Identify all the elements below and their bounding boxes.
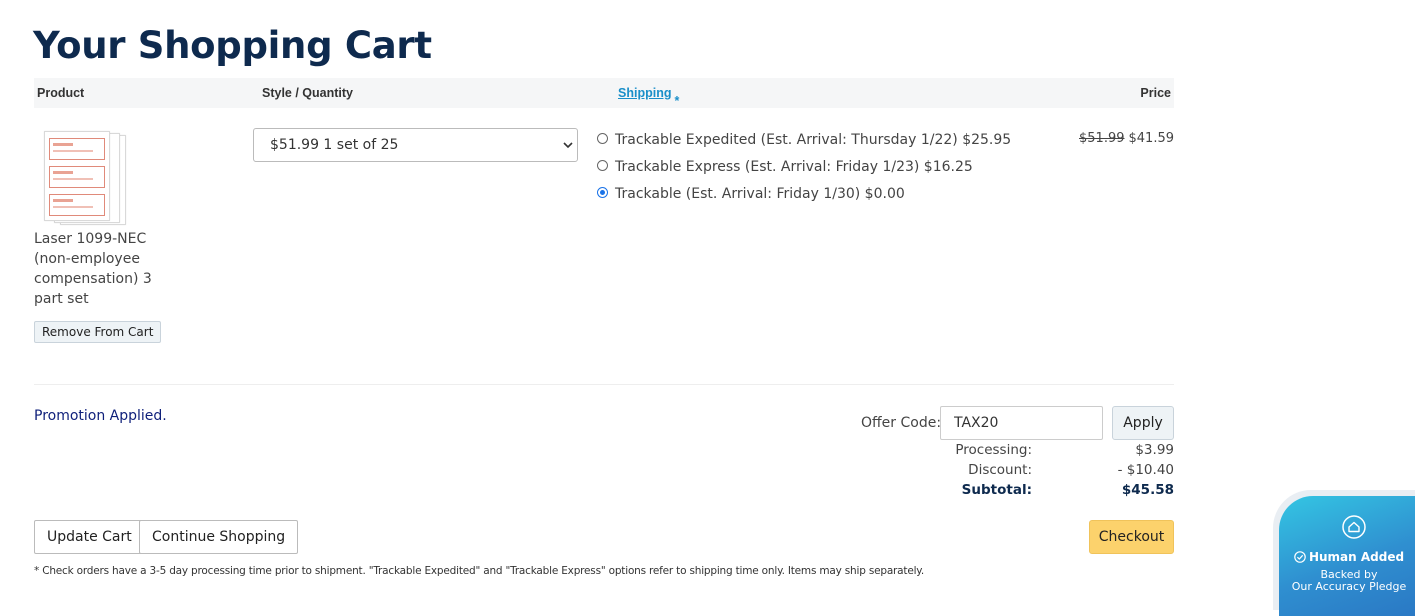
summary-processing: Processing: $3.99 <box>34 442 1174 460</box>
promotion-message: Promotion Applied. <box>34 408 167 424</box>
original-price: $51.99 <box>1079 131 1125 146</box>
header-product: Product <box>37 86 85 100</box>
subtotal-value: $45.58 <box>1121 482 1174 498</box>
shipping-option-label: Trackable Express (Est. Arrival: Friday … <box>615 159 973 175</box>
discounted-price: $41.59 <box>1128 131 1175 146</box>
badge-title-text: Human Added <box>1308 550 1405 564</box>
home-chat-icon <box>1342 515 1366 539</box>
shipping-info-link[interactable]: Shipping <box>618 86 671 100</box>
offer-code-input[interactable] <box>940 406 1103 440</box>
offer-code-label: Offer Code: <box>861 415 942 431</box>
shipping-footnote: * Check orders have a 3-5 day processing… <box>34 565 924 577</box>
subtotal-label: Subtotal: <box>961 482 1032 498</box>
header-style-quantity: Style / Quantity <box>262 86 353 100</box>
remove-from-cart-button[interactable]: Remove From Cart <box>34 321 162 343</box>
processing-label: Processing: <box>955 442 1032 458</box>
accuracy-pledge-badge[interactable]: Human Added Backed by Our Accuracy Pledg… <box>1273 490 1415 616</box>
shipping-radio-trackable[interactable] <box>597 187 608 198</box>
badge-subtitle: Backed by Our Accuracy Pledge <box>1279 569 1415 593</box>
summary-discount: Discount: - $10.40 <box>34 462 1174 480</box>
update-cart-button[interactable]: Update Cart <box>34 520 145 554</box>
quantity-select-value: $51.99 1 set of 25 <box>270 137 399 153</box>
divider <box>34 384 1174 385</box>
cart-table-header: Product Style / Quantity Shipping * Price <box>34 78 1174 108</box>
shipping-radio-express[interactable] <box>597 160 608 171</box>
discount-value: - $10.40 <box>1117 462 1174 478</box>
apply-button[interactable]: Apply <box>1112 406 1174 440</box>
summary-subtotal: Subtotal: $45.58 <box>34 482 1174 500</box>
shipping-option-label: Trackable Expedited (Est. Arrival: Thurs… <box>615 132 1012 148</box>
continue-shopping-button[interactable]: Continue Shopping <box>139 520 299 554</box>
checkout-button[interactable]: Checkout <box>1089 520 1174 554</box>
shipping-radio-expedited[interactable] <box>597 133 608 144</box>
processing-value: $3.99 <box>1135 442 1174 458</box>
product-name[interactable]: Laser 1099-NEC (non-employee compensatio… <box>34 229 179 309</box>
item-price: $51.99 $41.59 <box>1079 131 1174 146</box>
chevron-down-icon <box>563 142 573 149</box>
header-shipping: Shipping * <box>618 86 679 108</box>
header-price: Price <box>1140 86 1171 100</box>
product-image[interactable] <box>42 131 126 227</box>
badge-line-2: Our Accuracy Pledge <box>1291 580 1407 593</box>
quantity-select[interactable]: $51.99 1 set of 25 <box>253 128 578 162</box>
shipping-asterisk: * <box>674 94 680 108</box>
check-circle-icon <box>1294 551 1306 563</box>
badge-body: Human Added Backed by Our Accuracy Pledg… <box>1279 496 1415 616</box>
discount-label: Discount: <box>968 462 1032 478</box>
badge-title: Human Added <box>1279 550 1415 564</box>
product-sheet-front <box>44 131 110 221</box>
shipping-option-label: Trackable (Est. Arrival: Friday 1/30) $0… <box>615 186 905 202</box>
page-title: Your Shopping Cart <box>33 24 432 67</box>
